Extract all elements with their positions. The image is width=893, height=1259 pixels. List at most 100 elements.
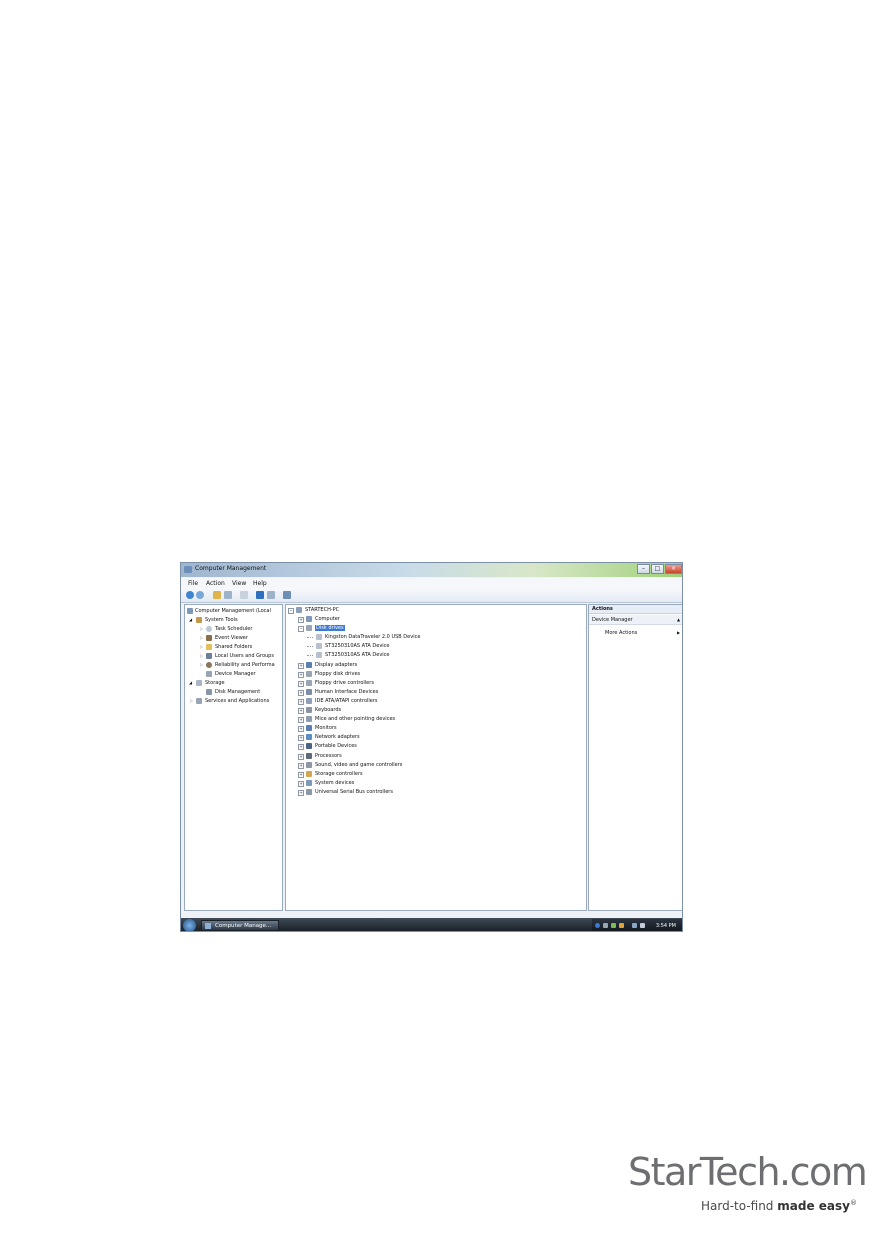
menu-action[interactable]: Action: [206, 580, 225, 587]
expand-toggle[interactable]: +: [298, 726, 304, 733]
device-category[interactable]: Monitors: [315, 724, 337, 732]
expand-arrow-icon[interactable]: ▷: [190, 697, 193, 705]
computer-management-icon: [184, 566, 192, 573]
expand-toggle[interactable]: +: [298, 662, 304, 669]
device-tree-pane: − STARTECH-PC + Computer − Disk drives Kings…: [285, 604, 587, 911]
menu-file[interactable]: File: [188, 580, 198, 587]
expand-toggle[interactable]: +: [298, 753, 304, 760]
shared-folder-icon: [206, 644, 212, 650]
expand-toggle[interactable]: +: [298, 698, 304, 705]
device-category[interactable]: Universal Serial Bus controllers: [315, 788, 393, 796]
device-category[interactable]: Floppy drive controllers: [315, 679, 374, 687]
device-category[interactable]: Mice and other pointing devices: [315, 715, 395, 723]
device-icon: [306, 788, 312, 795]
device-icon: [306, 707, 312, 713]
expand-toggle[interactable]: −: [298, 626, 304, 633]
clock[interactable]: 3:54 PM: [656, 923, 676, 929]
expand-toggle[interactable]: +: [298, 771, 304, 778]
device-category[interactable]: Sound, video and game controllers: [315, 761, 402, 769]
device-category[interactable]: Keyboards: [315, 706, 341, 714]
expand-toggle[interactable]: +: [298, 708, 304, 714]
tree-item-local-users-and-groups[interactable]: Local Users and Groups: [215, 652, 274, 660]
expand-toggle[interactable]: +: [298, 735, 304, 742]
tree-item-system-tools[interactable]: System Tools: [205, 616, 238, 624]
volume-warning-icon[interactable]: [619, 923, 624, 928]
action-pane-icon[interactable]: [267, 591, 275, 599]
minimize-button[interactable]: –: [637, 564, 650, 574]
hardware-icon[interactable]: [611, 923, 616, 928]
tree-item-shared-folders[interactable]: Shared Folders: [215, 643, 252, 651]
back-icon[interactable]: [186, 591, 194, 599]
tagline-plain: Hard-to-find: [701, 1199, 778, 1213]
expand-arrow-icon[interactable]: ▷: [200, 625, 203, 633]
device-category[interactable]: Disk drives: [315, 624, 345, 632]
collapse-up-icon[interactable]: ▲: [677, 616, 680, 624]
speaker-icon[interactable]: [640, 923, 645, 928]
collapse-arrow-icon[interactable]: ◢: [189, 679, 192, 687]
tree-item-event-viewer[interactable]: Event Viewer: [215, 634, 248, 642]
tree-item-storage[interactable]: Storage: [205, 679, 225, 687]
tree-item-reliability-and-performance[interactable]: Reliability and Performa: [215, 661, 275, 669]
show-hide-tree-icon[interactable]: [224, 591, 232, 599]
expand-toggle[interactable]: +: [298, 744, 304, 751]
device-category[interactable]: IDE ATA/ATAPI controllers: [315, 697, 378, 705]
device-icon: [306, 752, 312, 759]
collapse-arrow-icon[interactable]: ◢: [189, 616, 192, 624]
expand-toggle[interactable]: +: [298, 762, 304, 769]
expand-toggle[interactable]: +: [298, 671, 304, 678]
actions-section-device-manager[interactable]: Device Manager: [592, 616, 633, 624]
expand-toggle[interactable]: +: [298, 780, 304, 787]
expand-toggle[interactable]: +: [298, 717, 304, 724]
device-category[interactable]: Human Interface Devices: [315, 688, 378, 696]
tree-item-disk-management[interactable]: Disk Management: [215, 688, 260, 696]
up-folder-icon[interactable]: [213, 591, 221, 599]
forward-icon[interactable]: [196, 591, 204, 599]
device-label: Display adapters: [315, 661, 358, 668]
device-entry[interactable]: ST3250310AS ATA Device: [325, 642, 390, 650]
properties-icon[interactable]: [240, 591, 248, 599]
tree-item-services-and-applications[interactable]: Services and Applications: [205, 697, 269, 705]
device-icon: [316, 643, 322, 650]
maximize-button[interactable]: □: [651, 564, 664, 574]
taskbar-button-computer-management[interactable]: Computer Manage...: [201, 920, 279, 931]
tree-item-task-scheduler[interactable]: Task Scheduler: [215, 625, 252, 633]
tree-item-device-manager[interactable]: Device Manager: [215, 670, 256, 678]
network-status-icon[interactable]: [595, 923, 600, 928]
device-entry[interactable]: Kingston DataTraveler 2.0 USB Device: [325, 633, 420, 641]
trademark: ®: [849, 1199, 857, 1207]
device-category[interactable]: Storage controllers: [315, 770, 363, 778]
expand-toggle[interactable]: +: [298, 680, 304, 687]
device-category[interactable]: Portable Devices: [315, 742, 357, 750]
computer-icon: [296, 607, 302, 613]
device-tree-root[interactable]: STARTECH-PC: [305, 606, 339, 614]
menu-view[interactable]: View: [232, 580, 246, 587]
tree-connector: [307, 637, 313, 639]
collapse-toggle[interactable]: −: [288, 608, 294, 614]
expand-toggle[interactable]: +: [298, 617, 304, 623]
scan-hardware-icon[interactable]: [283, 591, 291, 599]
device-category[interactable]: Display adapters: [315, 661, 357, 669]
expand-toggle[interactable]: +: [298, 789, 304, 796]
more-actions-link[interactable]: More Actions: [605, 629, 637, 637]
close-button[interactable]: ×: [665, 564, 682, 574]
help-icon[interactable]: [256, 591, 264, 599]
device-entry[interactable]: ST3250310AS ATA Device: [325, 651, 390, 659]
expand-arrow-icon[interactable]: ▷: [200, 643, 203, 651]
device-category[interactable]: System devices: [315, 779, 354, 787]
device-manager-icon: [206, 671, 212, 677]
expand-arrow-icon[interactable]: ▷: [200, 634, 203, 642]
expand-toggle[interactable]: +: [298, 689, 304, 696]
expand-arrow-icon[interactable]: ▷: [200, 652, 203, 660]
device-label: Network adapters: [315, 734, 360, 741]
device-category[interactable]: Network adapters: [315, 733, 360, 741]
system-tray: 3:54 PM: [592, 919, 682, 931]
expand-arrow-icon[interactable]: ▷: [200, 661, 203, 669]
network-icon[interactable]: [632, 923, 637, 928]
wireless-icon[interactable]: [603, 923, 608, 928]
menu-help[interactable]: Help: [253, 580, 267, 587]
start-button[interactable]: [183, 919, 196, 931]
device-category[interactable]: Floppy disk drives: [315, 670, 360, 678]
device-category[interactable]: Computer: [315, 615, 340, 623]
device-category[interactable]: Processors: [315, 752, 342, 760]
tree-item-computer-management[interactable]: Computer Management (Local: [195, 607, 271, 615]
